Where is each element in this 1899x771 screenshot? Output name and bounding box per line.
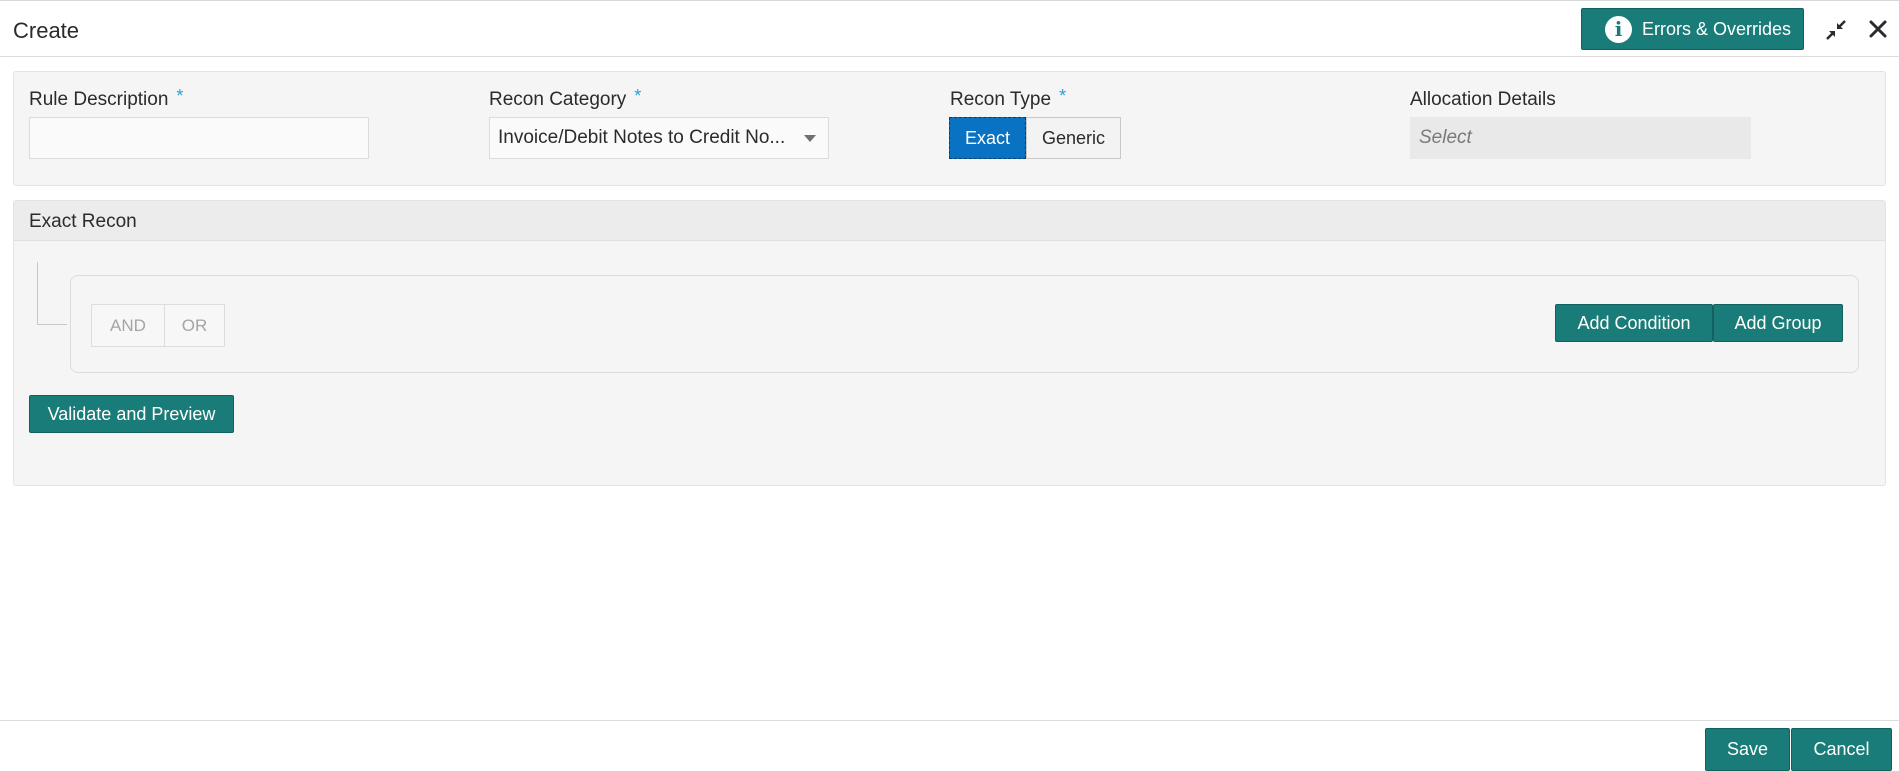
tree-connector-vertical <box>37 262 38 325</box>
info-icon: i <box>1605 15 1632 43</box>
required-asterisk: * <box>634 86 642 106</box>
recon-type-label: Recon Type * <box>950 86 1067 110</box>
recon-type-generic-button[interactable]: Generic <box>1026 117 1121 159</box>
allocation-details-select[interactable]: Select <box>1410 117 1751 159</box>
recon-category-select[interactable]: Invoice/Debit Notes to Credit No... <box>489 117 829 159</box>
required-asterisk: * <box>1059 86 1067 106</box>
dialog-footer: Save Cancel <box>0 720 1899 771</box>
save-button[interactable]: Save <box>1705 728 1790 771</box>
add-group-button[interactable]: Add Group <box>1713 304 1843 342</box>
recon-category-label: Recon Category * <box>489 86 642 110</box>
chevron-down-icon <box>804 135 816 142</box>
recon-category-value: Invoice/Debit Notes to Credit No... <box>498 127 786 148</box>
rule-description-label: Rule Description * <box>29 86 184 110</box>
exact-recon-header: Exact Recon <box>14 201 1885 241</box>
rule-fields-panel: Rule Description * Recon Category * Invoic… <box>13 71 1886 186</box>
add-condition-button[interactable]: Add Condition <box>1555 304 1713 342</box>
exact-recon-title: Exact Recon <box>29 211 137 232</box>
and-operator-button[interactable]: AND <box>91 304 165 347</box>
tree-connector-horizontal <box>37 324 67 325</box>
or-operator-button[interactable]: OR <box>164 304 225 347</box>
rule-description-input[interactable] <box>29 117 369 159</box>
page-title: Create <box>13 18 80 43</box>
validate-preview-button[interactable]: Validate and Preview <box>29 395 234 433</box>
condition-group: AND OR Add Condition Add Group <box>70 275 1859 373</box>
dialog-header: Create i Errors & Overrides <box>0 0 1899 57</box>
close-icon[interactable] <box>1867 18 1889 40</box>
collapse-arrows-icon[interactable] <box>1824 18 1848 42</box>
cancel-button[interactable]: Cancel <box>1791 728 1892 771</box>
exact-recon-panel: Exact Recon AND OR Add Condition Add Gro… <box>13 200 1886 486</box>
allocation-details-label: Allocation Details <box>1410 89 1556 110</box>
errors-overrides-label: Errors & Overrides <box>1642 18 1792 39</box>
errors-overrides-button[interactable]: i Errors & Overrides <box>1581 8 1804 50</box>
required-asterisk: * <box>176 86 184 106</box>
recon-type-exact-button[interactable]: Exact <box>949 117 1026 159</box>
